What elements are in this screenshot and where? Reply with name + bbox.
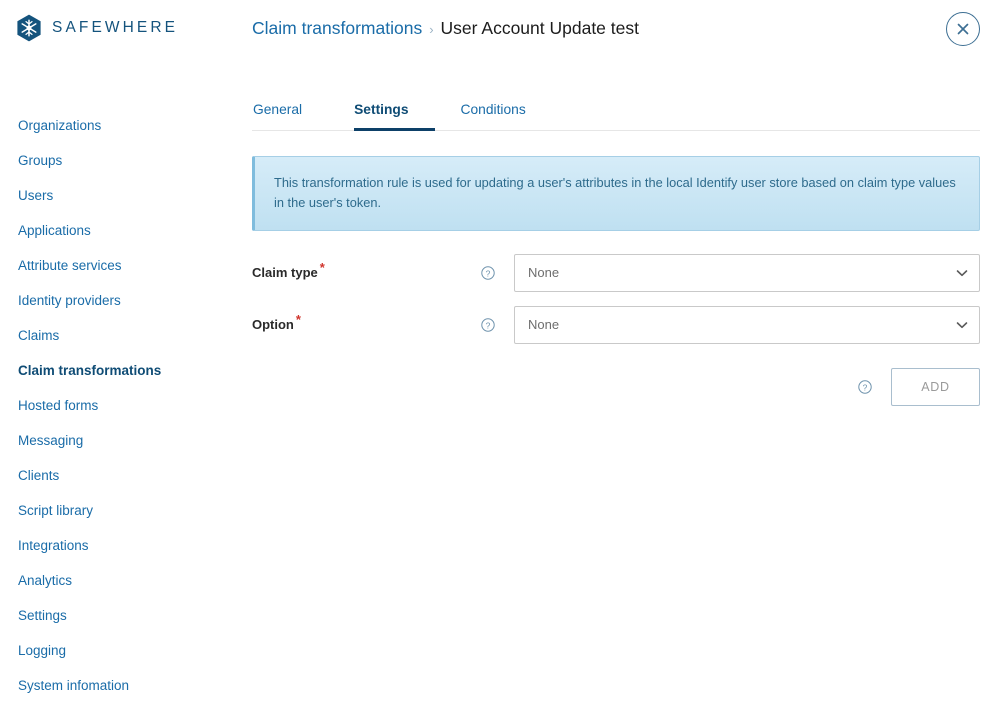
form-row-option: Option * ? None: [252, 305, 980, 344]
settings-form: Claim type * ? None Option * ? None ? AD…: [252, 253, 980, 406]
tab-general[interactable]: General: [253, 102, 328, 131]
tab-settings[interactable]: Settings: [354, 102, 435, 131]
sidebar-item-hosted-forms[interactable]: Hosted forms: [0, 388, 252, 423]
help-circle-icon[interactable]: ?: [481, 317, 495, 332]
tab-conditions[interactable]: Conditions: [461, 102, 552, 131]
svg-text:?: ?: [486, 320, 491, 330]
tab-bar: General Settings Conditions: [252, 102, 980, 131]
breadcrumb: Claim transformations › User Account Upd…: [252, 18, 639, 39]
svg-text:?: ?: [486, 268, 491, 278]
claim-type-select[interactable]: None: [514, 253, 980, 292]
required-asterisk: *: [295, 311, 301, 327]
option-select[interactable]: None: [514, 305, 980, 344]
help-circle-icon[interactable]: ?: [481, 265, 495, 280]
sidebar-item-settings[interactable]: Settings: [0, 598, 252, 633]
close-icon: [957, 23, 969, 35]
breadcrumb-parent-link[interactable]: Claim transformations: [252, 18, 422, 39]
sidebar-item-script-library[interactable]: Script library: [0, 493, 252, 528]
svg-text:?: ?: [863, 382, 868, 392]
close-button[interactable]: [946, 12, 980, 46]
claim-type-label-text: Claim type: [252, 265, 318, 281]
sidebar-item-messaging[interactable]: Messaging: [0, 423, 252, 458]
sidebar-item-users[interactable]: Users: [0, 178, 252, 213]
claim-type-select-wrap: None: [514, 253, 980, 292]
form-row-claim-type: Claim type * ? None: [252, 253, 980, 292]
sidebar-nav: Organizations Groups Users Applications …: [0, 56, 252, 703]
sidebar-item-logging[interactable]: Logging: [0, 633, 252, 668]
info-banner: This transformation rule is used for upd…: [252, 156, 980, 231]
sidebar-item-organizations[interactable]: Organizations: [0, 108, 252, 143]
sidebar-item-claims[interactable]: Claims: [0, 318, 252, 353]
page-title: User Account Update test: [440, 17, 639, 38]
action-row: ? ADD: [252, 367, 980, 406]
breadcrumb-separator: ›: [429, 21, 434, 37]
sidebar-item-groups[interactable]: Groups: [0, 143, 252, 178]
sidebar-item-analytics[interactable]: Analytics: [0, 563, 252, 598]
sidebar-item-attribute-services[interactable]: Attribute services: [0, 248, 252, 283]
sidebar-item-clients[interactable]: Clients: [0, 458, 252, 493]
brand-name: SAFEWHERE: [52, 19, 179, 36]
snowflake-hexagon-logo: [17, 14, 41, 42]
sidebar-item-integrations[interactable]: Integrations: [0, 528, 252, 563]
app-header: SAFEWHERE Claim transformations › User A…: [0, 0, 998, 56]
sidebar-item-applications[interactable]: Applications: [0, 213, 252, 248]
sidebar-item-identity-providers[interactable]: Identity providers: [0, 283, 252, 318]
option-select-wrap: None: [514, 305, 980, 344]
brand: SAFEWHERE: [0, 14, 252, 42]
option-label-text: Option: [252, 317, 294, 333]
page-layout: Organizations Groups Users Applications …: [0, 56, 998, 703]
main-content: General Settings Conditions This transfo…: [252, 56, 998, 406]
option-label: Option *: [252, 313, 481, 333]
claim-type-label: Claim type *: [252, 261, 481, 281]
help-circle-icon[interactable]: ?: [858, 379, 872, 394]
sidebar-item-claim-transformations[interactable]: Claim transformations: [0, 353, 252, 388]
sidebar-item-system-information[interactable]: System infomation: [0, 668, 252, 703]
required-asterisk: *: [319, 259, 325, 275]
add-button[interactable]: ADD: [891, 367, 980, 406]
